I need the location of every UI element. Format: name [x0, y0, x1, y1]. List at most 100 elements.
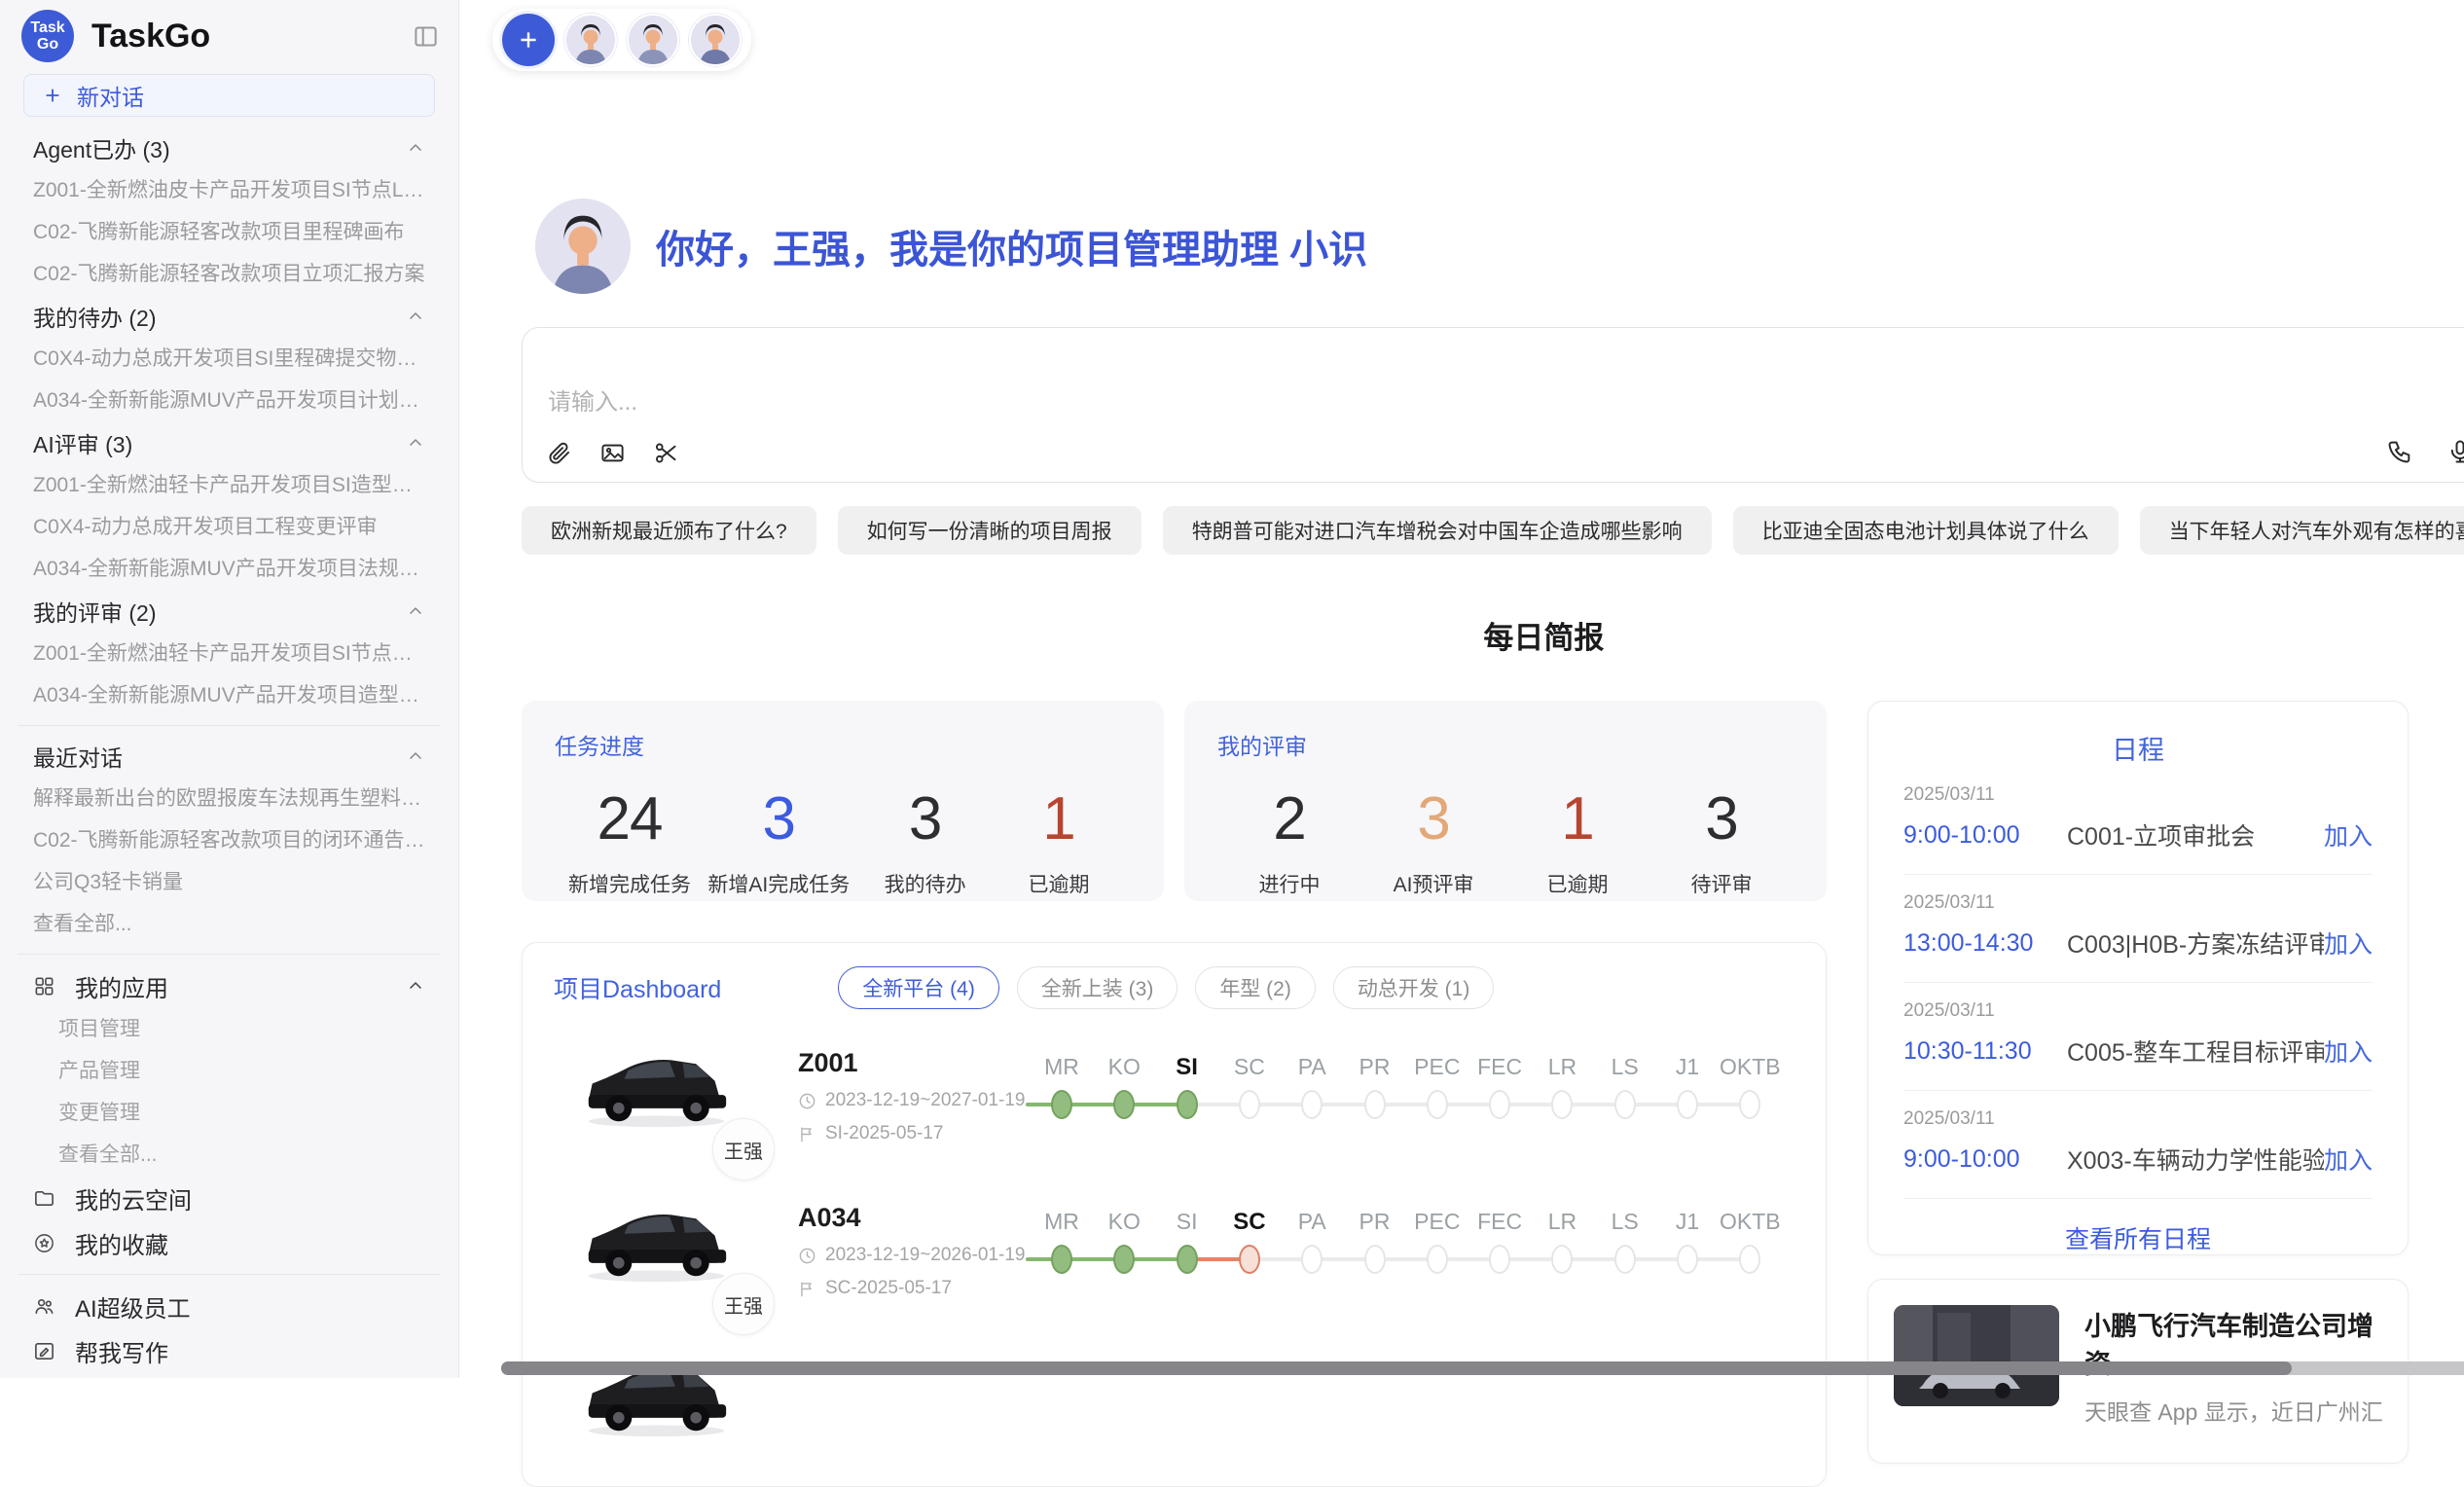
sidebar-app-item[interactable]: 项目管理	[16, 1008, 443, 1050]
sidebar-item[interactable]: C0X4-动力总成开发项目工程变更评审	[16, 506, 443, 548]
milestone-node[interactable]	[1551, 1090, 1573, 1119]
suggestion-chip[interactable]: 当下年轻人对汽车外观有怎样的喜好趋势	[2140, 506, 2464, 555]
view-all-schedule-link[interactable]: 查看所有日程	[1903, 1199, 2373, 1277]
sidebar-section-header[interactable]: 我的待办 (2)	[16, 295, 443, 338]
milestone-node[interactable]	[1739, 1245, 1760, 1274]
milestone-node[interactable]	[1177, 1090, 1198, 1119]
milestone-node[interactable]	[1614, 1090, 1636, 1119]
sidebar-item[interactable]: C02-飞腾新能源轻客改款项目立项汇报方案	[16, 253, 443, 295]
sidebar-view-all[interactable]: 查看全部...	[16, 903, 443, 945]
add-agent-button[interactable]	[502, 14, 555, 66]
main-area: 王强 你好，王强，我是你的项目管理助理 小识	[459, 0, 2464, 1378]
suggestion-chip[interactable]: 如何写一份清晰的项目周报	[838, 506, 1141, 555]
phone-icon[interactable]	[2386, 438, 2413, 465]
milestone-node[interactable]	[1051, 1245, 1072, 1274]
milestone-node[interactable]	[1427, 1090, 1448, 1119]
sidebar-item-folder[interactable]: 我的云空间	[16, 1176, 443, 1220]
milestone-label: SI	[1177, 1209, 1198, 1235]
milestone-label: PEC	[1414, 1209, 1460, 1235]
milestone-node[interactable]	[1614, 1245, 1636, 1274]
milestone-node[interactable]	[1239, 1090, 1260, 1119]
sidebar-item-write[interactable]: 帮我写作	[16, 1328, 443, 1373]
sidebar-item[interactable]: 解释最新出台的欧盟报废车法规再生塑料比例被调至15%...	[16, 778, 443, 819]
sidebar-item[interactable]: Z001-全新燃油轻卡产品开发项目SI造型提交物评审	[16, 464, 443, 506]
milestone-node[interactable]	[1489, 1090, 1510, 1119]
stat-label: 新增AI完成任务	[707, 869, 850, 898]
milestone-node[interactable]	[1301, 1090, 1323, 1119]
stat: 1已逾期	[1000, 784, 1117, 898]
project-row[interactable]: 王强Z0012023-12-19~2027-01-19SI-2025-05-17…	[523, 1040, 1826, 1167]
event-join-button[interactable]: 加入	[2324, 925, 2373, 961]
milestone-node[interactable]	[1677, 1090, 1698, 1119]
sidebar-item[interactable]: Z001-全新燃油轻卡产品开发项目SI节点属性5D文件评审	[16, 633, 443, 674]
sidebar-item[interactable]: A034-全新新能源MUV产品开发项目计划变更表编写	[16, 380, 443, 421]
milestone-node[interactable]	[1364, 1245, 1386, 1274]
sidebar-item[interactable]: 公司Q3轻卡销量	[16, 861, 443, 903]
milestone-node[interactable]	[1427, 1245, 1448, 1274]
member-avatar[interactable]	[564, 14, 617, 66]
milestone-node[interactable]	[1177, 1245, 1198, 1274]
member-avatar[interactable]	[689, 14, 742, 66]
event-join-button[interactable]: 加入	[2324, 1034, 2373, 1069]
dashboard-tab[interactable]: 年型 (2)	[1195, 966, 1316, 1009]
sidebar-app-item[interactable]: 产品管理	[16, 1050, 443, 1092]
dashboard-tab[interactable]: 全新平台 (4)	[838, 966, 999, 1009]
milestone-node[interactable]	[1239, 1245, 1260, 1274]
milestone-node[interactable]	[1113, 1090, 1135, 1119]
sidebar-app-item[interactable]: 变更管理	[16, 1092, 443, 1134]
sidebar-item[interactable]: Z001-全新燃油皮卡产品开发项目SI节点Lesson Learn报告	[16, 169, 443, 211]
event-join-button[interactable]: 加入	[2324, 817, 2373, 852]
suggestion-chip[interactable]: 特朗普可能对进口汽车增税会对中国车企造成哪些影响	[1163, 506, 1712, 555]
event-time: 10:30-11:30	[1903, 1037, 2067, 1066]
horizontal-scrollbar-thumb[interactable]	[501, 1361, 2292, 1375]
milestone-node[interactable]	[1301, 1245, 1323, 1274]
sidebar-section-header[interactable]: 最近对话	[16, 735, 443, 778]
milestone-label: PA	[1298, 1054, 1326, 1080]
sidebar-item-team[interactable]: AI超级员工	[16, 1284, 443, 1328]
sidebar-item-my-apps[interactable]: 我的应用	[16, 963, 443, 1008]
sidebar-item[interactable]: C02-飞腾新能源轻客改款项目的闭环通告反馈情况	[16, 819, 443, 861]
horizontal-scrollbar-track[interactable]	[501, 1361, 2464, 1375]
project-flag-milestone: SC-2025-05-17	[798, 1278, 1026, 1299]
sidebar-item[interactable]: C02-飞腾新能源轻客改款项目里程碑画布	[16, 211, 443, 253]
dashboard-tabs: 全新平台 (4) 全新上装 (3) 年型 (2) 动总开发 (1)	[838, 966, 1494, 1009]
milestone-node[interactable]	[1489, 1245, 1510, 1274]
sidebar-collapse-icon[interactable]	[413, 23, 439, 50]
attachment-icon[interactable]	[546, 440, 572, 466]
suggestion-chip[interactable]: 比亚迪全固态电池计划具体说了什么	[1733, 506, 2119, 555]
sidebar-section-header[interactable]: AI评审 (3)	[16, 421, 443, 464]
member-avatar[interactable]	[627, 14, 679, 66]
sidebar-item[interactable]: C0X4-动力总成开发项目SI里程碑提交物检查	[16, 338, 443, 380]
chat-input[interactable]	[546, 381, 2464, 433]
sidebar-item[interactable]: A034-全新新能源MUV产品开发项目法规符合性评审	[16, 548, 443, 590]
milestone-label: LS	[1612, 1054, 1639, 1080]
milestone-label: LR	[1548, 1054, 1576, 1080]
event-join-button[interactable]: 加入	[2324, 1142, 2373, 1177]
milestone-label: SC	[1234, 1054, 1265, 1080]
sidebar-nav-label: AI超级员工	[75, 1289, 425, 1324]
sidebar-item-quill[interactable]: 创意制图	[16, 1373, 443, 1378]
milestone-node[interactable]	[1113, 1245, 1135, 1274]
write-icon	[33, 1340, 55, 1362]
sidebar-section-title: 最近对话	[33, 740, 123, 773]
scissors-icon[interactable]	[653, 440, 679, 466]
milestone-node[interactable]	[1677, 1245, 1698, 1274]
sidebar-section-header[interactable]: 我的评审 (2)	[16, 590, 443, 633]
milestone-node[interactable]	[1364, 1090, 1386, 1119]
card-title: 任务进度	[555, 728, 1131, 761]
sidebar-view-all[interactable]: 查看全部...	[16, 1134, 443, 1176]
dashboard-tab[interactable]: 全新上装 (3)	[1017, 966, 1178, 1009]
project-row[interactable]: 王强A0342023-12-19~2026-01-19SC-2025-05-17…	[523, 1195, 1826, 1322]
sidebar-section-header[interactable]: Agent已办 (3)	[16, 127, 443, 169]
mic-icon[interactable]	[2446, 438, 2464, 465]
new-chat-button[interactable]: 新对话	[23, 74, 435, 117]
sidebar-item-star-circle[interactable]: 我的收藏	[16, 1220, 443, 1265]
milestone-node[interactable]	[1739, 1090, 1760, 1119]
suggestion-chip[interactable]: 欧洲新规最近颁布了什么?	[522, 506, 816, 555]
milestone-node[interactable]	[1551, 1245, 1573, 1274]
dashboard-tab[interactable]: 动总开发 (1)	[1333, 966, 1495, 1009]
image-icon[interactable]	[599, 440, 626, 466]
stat: 3待评审	[1663, 784, 1780, 898]
sidebar-item[interactable]: A034-全新新能源MUV产品开发项目造型可行性评审	[16, 674, 443, 716]
milestone-node[interactable]	[1051, 1090, 1072, 1119]
